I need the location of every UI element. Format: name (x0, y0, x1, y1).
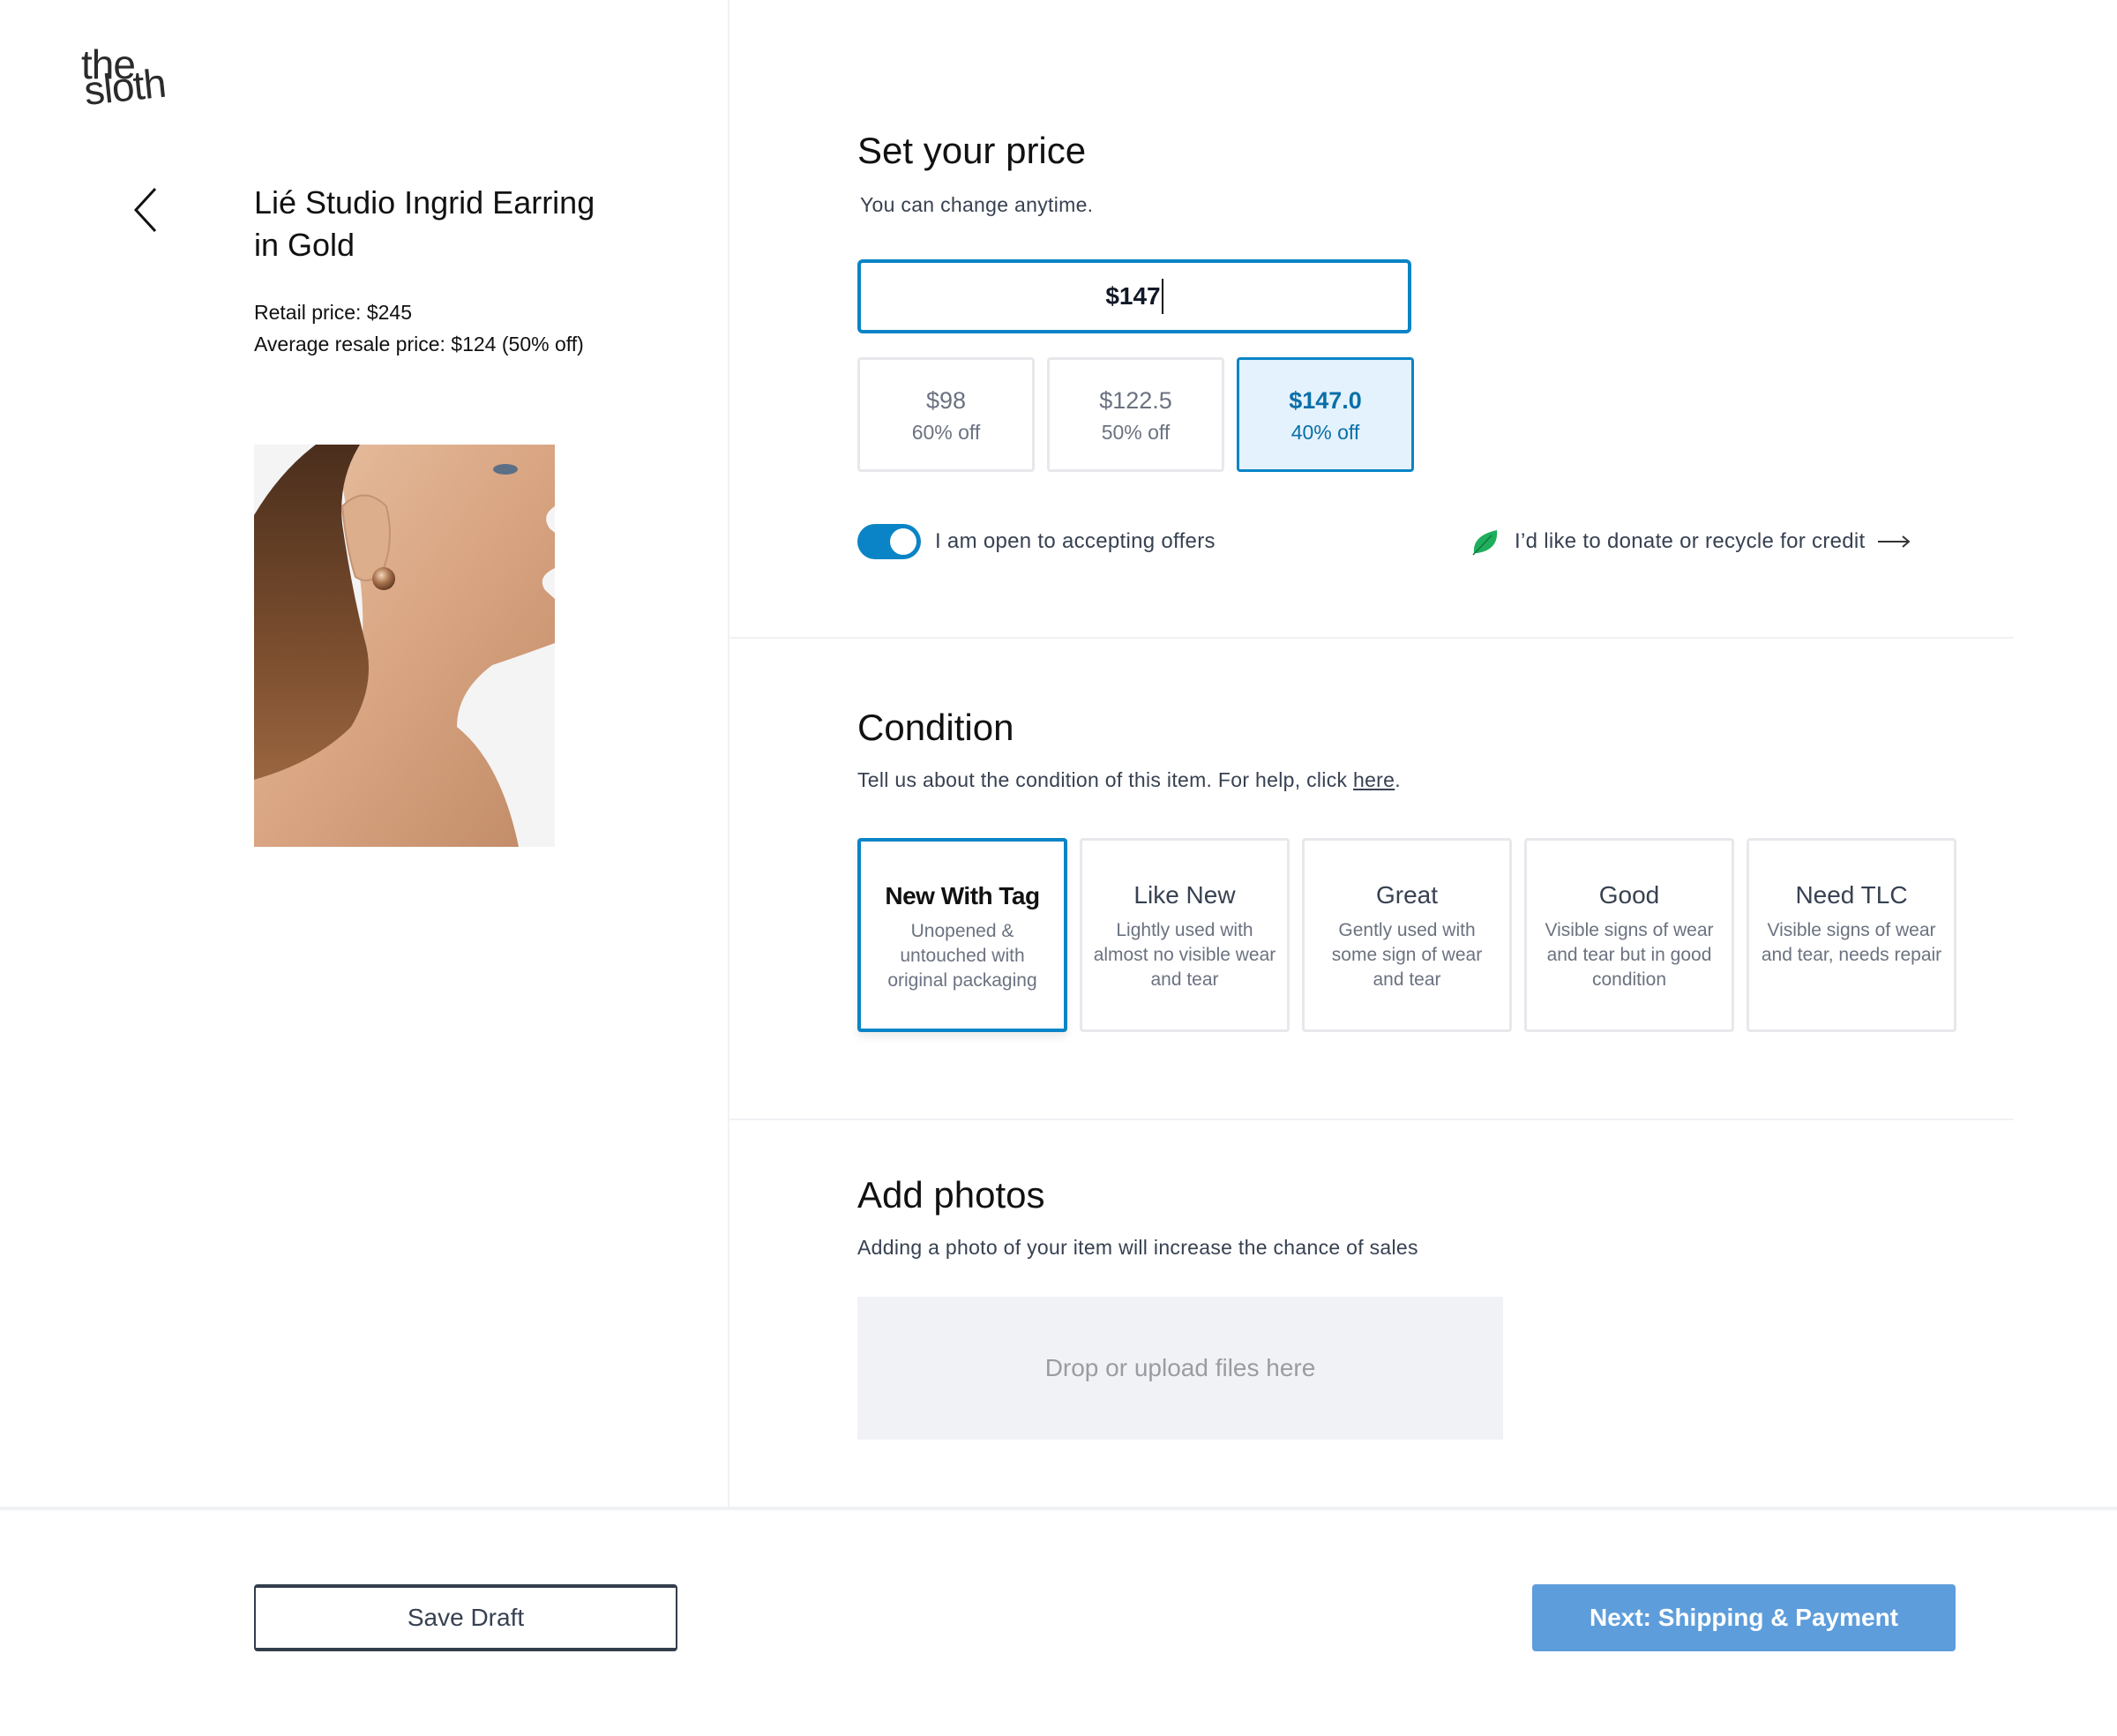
price-option-value: $122.5 (1099, 387, 1172, 414)
price-input[interactable]: $147 (857, 259, 1411, 333)
condition-description: Unopened & untouched with original packa… (887, 921, 1037, 991)
donate-recycle-link[interactable]: I’d like to donate or recycle for credit (1470, 524, 1911, 559)
condition-description: Visible signs of wear and tear, needs re… (1761, 920, 1942, 965)
help-link[interactable]: here (1353, 768, 1395, 791)
condition-option-like-new[interactable]: Like New Lightly used with almost no vis… (1080, 838, 1290, 1032)
back-button[interactable] (131, 185, 166, 235)
condition-subtitle-end: . (1395, 768, 1401, 791)
accept-offers-label: I am open to accepting offers (935, 529, 1216, 553)
logo-line-2: sloth (81, 59, 168, 114)
condition-title: New With Tag (885, 882, 1040, 909)
condition-description: Lightly used with almost no visible wear… (1093, 920, 1276, 990)
save-draft-button[interactable]: Save Draft (254, 1584, 677, 1651)
price-option-50-off[interactable]: $122.5 50% off (1047, 357, 1224, 472)
earring-model-photo (254, 445, 555, 847)
price-option-value: $98 (925, 387, 967, 414)
price-info: Retail price: $245 Average resale price:… (254, 296, 584, 360)
toggle-knob (890, 528, 916, 555)
section-title-photos: Add photos (857, 1174, 1045, 1216)
arrow-right-icon (1877, 535, 1911, 548)
condition-option-good[interactable]: Good Visible signs of wear and tear but … (1524, 838, 1734, 1032)
average-resale-price: Average resale price: $124 (50% off) (254, 333, 584, 355)
price-input-value: $147 (1105, 282, 1161, 310)
photos-subtitle: Adding a photo of your item will increas… (857, 1236, 1418, 1259)
the-sloth-logo[interactable]: the sloth (81, 44, 196, 128)
retail-price: Retail price: $245 (254, 301, 412, 324)
footer-bar: Save Draft Next: Shipping & Payment (0, 1507, 2117, 1736)
text-caret (1161, 279, 1163, 314)
set-price-section: Set your price You can change anytime. $… (729, 0, 2014, 639)
condition-title: Like New (1133, 881, 1236, 909)
price-option-discount: 50% off (1101, 421, 1171, 444)
price-option-value: $147.0 (1289, 387, 1362, 414)
condition-description: Visible signs of wear and tear but in go… (1545, 920, 1714, 990)
condition-subtitle: Tell us about the condition of this item… (857, 766, 1401, 794)
donate-link-label: I’d like to donate or recycle for credit (1515, 529, 1866, 553)
condition-option-new-with-tag[interactable]: New With Tag Unopened & untouched with o… (857, 838, 1067, 1032)
add-photos-section: Add photos Adding a photo of your item w… (729, 1120, 2014, 1507)
product-title: Lié Studio Ingrid Earring in Gold (254, 184, 595, 263)
section-title-condition: Condition (857, 707, 1014, 748)
condition-description: Gently used with some sign of wear and t… (1331, 920, 1483, 990)
price-option-60-off[interactable]: $98 60% off (857, 357, 1035, 472)
product-image (254, 445, 555, 847)
condition-option-great[interactable]: Great Gently used with some sign of wear… (1302, 838, 1512, 1032)
price-option-discount: 60% off (911, 421, 981, 444)
price-subtitle: You can change anytime. (860, 193, 1094, 216)
condition-title: Good (1598, 881, 1660, 909)
condition-title: Great (1375, 881, 1439, 909)
chevron-left-icon (133, 187, 157, 233)
price-option-discount: 40% off (1290, 421, 1360, 444)
condition-option-need-tlc[interactable]: Need TLC Visible signs of wear and tear,… (1747, 838, 1956, 1032)
section-title-price: Set your price (857, 130, 1087, 171)
leaf-icon (1472, 530, 1498, 556)
product-panel: the sloth Lié Studio Ingrid Earring in G… (0, 0, 729, 1507)
condition-subtitle-text: Tell us about the condition of this item… (857, 768, 1353, 791)
accept-offers-toggle[interactable] (857, 524, 921, 559)
condition-title: Need TLC (1795, 881, 1908, 909)
next-shipping-payment-button[interactable]: Next: Shipping & Payment (1532, 1584, 1956, 1651)
photo-dropzone[interactable]: Drop or upload files here (857, 1297, 1503, 1440)
price-option-40-off[interactable]: $147.0 40% off (1237, 357, 1414, 472)
condition-section: Condition Tell us about the condition of… (729, 639, 2014, 1120)
